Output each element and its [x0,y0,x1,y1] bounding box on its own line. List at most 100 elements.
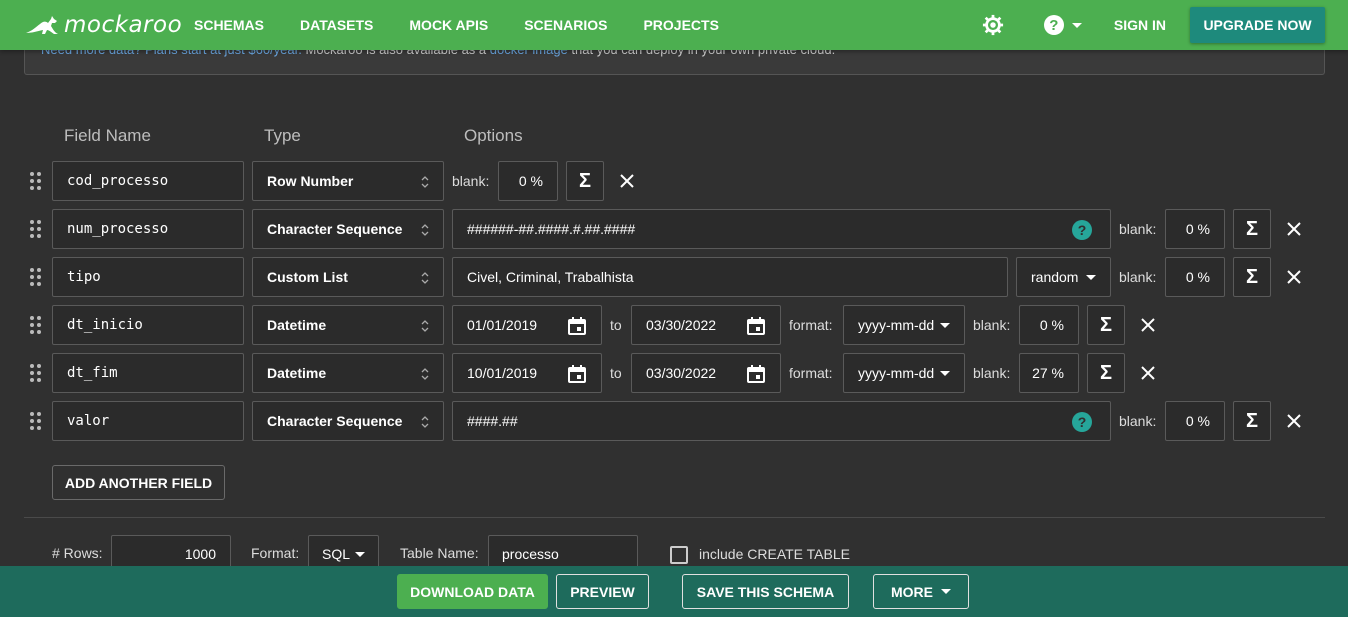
field-row: tipo Custom List Civel, Criminal, Trabal… [0,257,1348,297]
drag-handle-icon[interactable] [30,268,42,286]
formula-button[interactable]: Σ [566,161,604,201]
updown-arrows-icon [421,320,429,332]
calendar-icon[interactable] [746,364,766,384]
nav-datasets[interactable]: DATASETS [300,17,373,33]
chevron-down-icon [355,552,365,557]
output-format-value: SQL [322,546,351,562]
field-row: dt_fim Datetime 10/01/2019 to 03/30/2022… [0,353,1348,393]
drag-handle-icon[interactable] [30,220,42,238]
blank-percent-input[interactable]: 27 % [1019,353,1079,393]
field-name-input[interactable]: dt_inicio [52,305,244,345]
field-type-label: Datetime [267,365,327,381]
formula-button[interactable]: Σ [1233,209,1271,249]
calendar-icon[interactable] [567,364,587,384]
blank-percent-input[interactable]: 0 % [498,161,558,201]
field-name-input[interactable]: tipo [52,257,244,297]
date-format-select[interactable]: yyyy-mm-dd [843,305,965,345]
more-button[interactable]: MORE [873,574,969,609]
sigma-icon: Σ [1099,313,1112,336]
top-nav: mockaroo SCHEMAS DATASETS MOCK APIS SCEN… [0,0,1348,50]
calendar-icon[interactable] [567,316,587,336]
table-name-label: Table Name: [400,545,479,561]
sign-in-link[interactable]: SIGN IN [1114,17,1166,33]
help-menu[interactable]: ? [1043,15,1082,35]
field-type-select[interactable]: Datetime [252,353,444,393]
field-name-input[interactable]: cod_processo [52,161,244,201]
remove-field-icon[interactable] [1139,364,1157,382]
theme-toggle-icon[interactable] [982,14,1004,36]
format-input[interactable]: ######-##.####.#.##.#### ? [452,209,1111,249]
format-value: ####.## [467,413,518,429]
formula-button[interactable]: Σ [1233,401,1271,441]
chevron-down-icon [1086,275,1096,280]
field-type-label: Character Sequence [267,221,403,237]
updown-arrows-icon [421,224,429,236]
formula-button[interactable]: Σ [1233,257,1271,297]
download-data-button[interactable]: DOWNLOAD DATA [397,574,548,609]
chevron-down-icon [941,589,951,594]
field-type-select[interactable]: Row Number [252,161,444,201]
date-to-value: 03/30/2022 [646,317,717,333]
chevron-down-icon [1071,22,1082,28]
remove-field-icon[interactable] [1285,220,1303,238]
field-type-select[interactable]: Character Sequence [252,209,444,249]
custom-list-input[interactable]: Civel, Criminal, Trabalhista [452,257,1008,297]
create-table-checkbox[interactable] [670,546,688,564]
format-input[interactable]: ####.## ? [452,401,1111,441]
blank-percent-input[interactable]: 0 % [1165,401,1225,441]
date-format-select[interactable]: yyyy-mm-dd [843,353,965,393]
blank-percent-input[interactable]: 0 % [1019,305,1079,345]
blank-percent-input[interactable]: 0 % [1165,257,1225,297]
date-to-input[interactable]: 03/30/2022 [631,353,781,393]
drag-handle-icon[interactable] [30,364,42,382]
upgrade-now-button[interactable]: UPGRADE NOW [1190,7,1325,43]
field-name-input[interactable]: dt_fim [52,353,244,393]
type-header: Type [264,126,301,145]
date-from-input[interactable]: 01/01/2019 [452,305,602,345]
formula-button[interactable]: Σ [1087,353,1125,393]
nav-mock-apis[interactable]: MOCK APIS [409,17,488,33]
to-label: to [610,365,622,381]
blank-label: blank: [973,365,1011,381]
formula-button[interactable]: Σ [1087,305,1125,345]
help-icon: ? [1043,15,1064,35]
brand-name: mockaroo [64,12,183,38]
blank-label: blank: [1119,221,1157,237]
selection-mode-select[interactable]: random [1016,257,1111,297]
more-label: MORE [891,583,933,600]
date-to-input[interactable]: 03/30/2022 [631,305,781,345]
calendar-icon[interactable] [746,316,766,336]
field-name-input[interactable]: num_processo [52,209,244,249]
logo[interactable]: mockaroo [24,12,194,38]
nav-scenarios[interactable]: SCENARIOS [524,17,607,33]
field-type-select[interactable]: Character Sequence [252,401,444,441]
create-table-label: include CREATE TABLE [699,546,850,562]
sigma-icon: Σ [1245,217,1258,240]
field-type-label: Custom List [267,269,348,285]
field-name-input[interactable]: valor [52,401,244,441]
format-label: format: [789,365,833,381]
action-bar: DOWNLOAD DATA PREVIEW SAVE THIS SCHEMA M… [0,566,1348,617]
drag-handle-icon[interactable] [30,172,42,190]
blank-percent-input[interactable]: 0 % [1165,209,1225,249]
preview-button[interactable]: PREVIEW [556,574,649,609]
remove-field-icon[interactable] [1285,268,1303,286]
field-type-select[interactable]: Custom List [252,257,444,297]
field-type-label: Row Number [267,173,354,189]
nav-schemas[interactable]: SCHEMAS [194,17,264,33]
drag-handle-icon[interactable] [30,316,42,334]
date-from-input[interactable]: 10/01/2019 [452,353,602,393]
help-icon[interactable]: ? [1072,412,1092,432]
date-format-value: yyyy-mm-dd [858,317,935,333]
sigma-icon: Σ [578,169,591,192]
date-from-value: 01/01/2019 [467,317,538,333]
save-schema-button[interactable]: SAVE THIS SCHEMA [682,574,849,609]
remove-field-icon[interactable] [618,172,636,190]
help-icon[interactable]: ? [1072,220,1092,240]
nav-projects[interactable]: PROJECTS [643,17,718,33]
field-type-select[interactable]: Datetime [252,305,444,345]
add-another-field-button[interactable]: ADD ANOTHER FIELD [52,465,225,500]
remove-field-icon[interactable] [1139,316,1157,334]
remove-field-icon[interactable] [1285,412,1303,430]
drag-handle-icon[interactable] [30,412,42,430]
